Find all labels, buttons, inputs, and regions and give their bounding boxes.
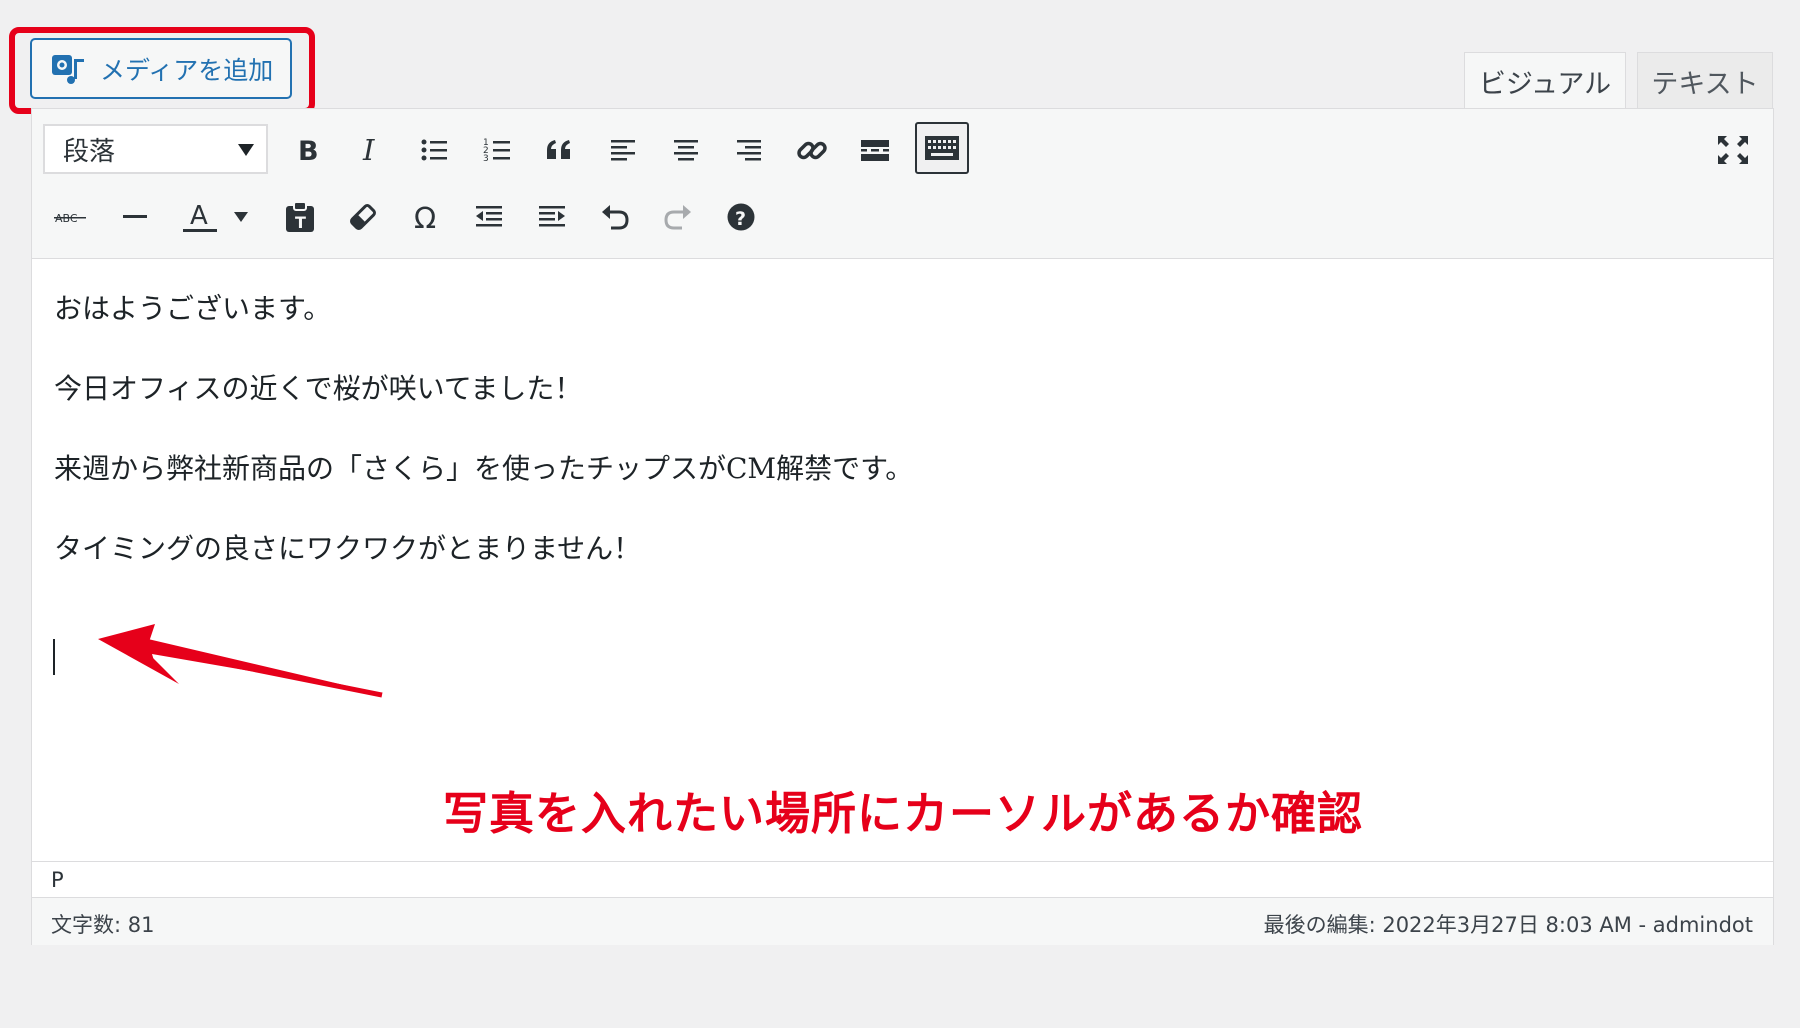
blockquote-button[interactable]: [533, 124, 587, 176]
numbered-list-button[interactable]: 1 2 3: [470, 124, 524, 176]
read-more-button[interactable]: [848, 124, 902, 176]
redo-icon: [664, 205, 691, 230]
undo-icon: [602, 205, 629, 230]
keyboard-icon: [925, 136, 959, 160]
editor: 段落 B I 1 2 3 ABC A T Ω ? おはようございます。 今日オフ…: [31, 108, 1774, 945]
element-path: P: [32, 861, 1773, 897]
svg-text:3: 3: [483, 154, 489, 164]
toolbar-toggle-button[interactable]: [915, 122, 969, 174]
media-icon: [52, 54, 84, 84]
tab-visual[interactable]: ビジュアル: [1464, 52, 1626, 110]
word-count: 文字数: 81: [51, 913, 155, 937]
annotation-arrow-icon: [98, 624, 383, 698]
read-more-icon: [861, 140, 889, 161]
indent-icon: [539, 206, 565, 227]
align-left-button[interactable]: [596, 124, 650, 176]
help-button[interactable]: ?: [714, 191, 768, 243]
svg-text:?: ?: [735, 208, 746, 230]
align-left-icon: [611, 140, 635, 161]
add-media-label: メディアを追加: [100, 55, 274, 85]
last-edited: 最後の編集: 2022年3月27日 8:03 AM - admindot: [1263, 913, 1753, 937]
quote-icon: [547, 140, 570, 159]
status-bar: 文字数: 81 最後の編集: 2022年3月27日 8:03 AM - admi…: [32, 897, 1773, 945]
numbered-list-icon: 1 2 3: [483, 138, 510, 164]
help-icon: ?: [727, 203, 755, 231]
redo-button[interactable]: [651, 191, 705, 243]
fullscreen-icon: [1718, 136, 1748, 164]
align-center-button[interactable]: [659, 124, 713, 176]
outdent-icon: [476, 206, 502, 227]
annotation-text: 写真を入れたい場所にカーソルがあるか確認: [443, 787, 1364, 840]
link-icon: [797, 141, 827, 160]
align-center-icon: [674, 140, 698, 161]
add-media-button[interactable]: メディアを追加: [30, 38, 292, 99]
tab-text[interactable]: テキスト: [1637, 52, 1773, 109]
fullscreen-button[interactable]: [1706, 124, 1760, 176]
align-right-button[interactable]: [722, 124, 776, 176]
align-right-icon: [737, 140, 761, 161]
indent-button[interactable]: [525, 191, 579, 243]
insert-link-button[interactable]: [785, 124, 839, 176]
outdent-button[interactable]: [462, 191, 516, 243]
path-element-label[interactable]: P: [51, 868, 64, 892]
undo-button[interactable]: [588, 191, 642, 243]
